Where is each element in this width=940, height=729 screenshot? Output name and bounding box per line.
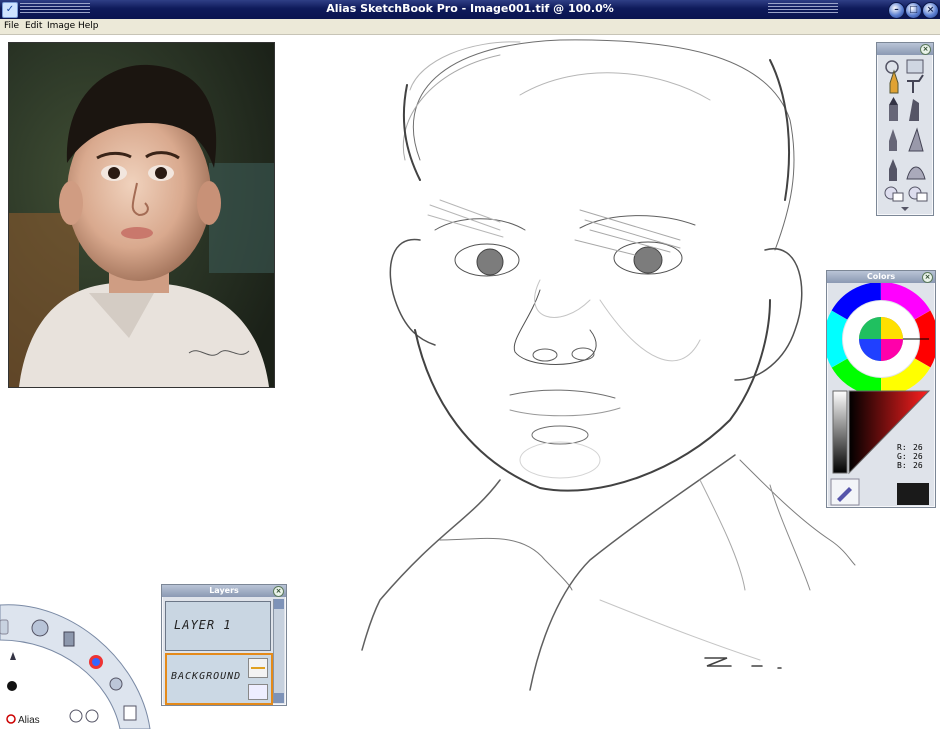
layer-opacity-icon[interactable] bbox=[248, 658, 268, 678]
colors-panel-title: Colors bbox=[866, 272, 896, 281]
close-button[interactable]: × bbox=[922, 2, 939, 19]
reference-image bbox=[8, 42, 275, 388]
pen-icon[interactable] bbox=[909, 99, 919, 121]
menu-help[interactable]: Help bbox=[78, 21, 99, 31]
pencil-icon[interactable] bbox=[889, 69, 899, 94]
colors-close-icon[interactable]: × bbox=[922, 272, 933, 283]
minimize-button[interactable]: – bbox=[888, 2, 905, 19]
layers-close-icon[interactable]: × bbox=[273, 586, 284, 597]
rgb-r-value: 26 bbox=[913, 443, 923, 452]
layers-panel-titlebar[interactable]: Layers × bbox=[162, 585, 286, 597]
smudge-icon[interactable] bbox=[908, 127, 924, 152]
rgb-g-value: 26 bbox=[913, 452, 923, 461]
colors-panel: Colors × R: 26 G: 26 B: 26 bbox=[826, 270, 936, 508]
eraser-icon[interactable] bbox=[884, 186, 904, 202]
brush-size-icon[interactable] bbox=[885, 60, 899, 74]
layer-item[interactable]: LAYER 1 bbox=[165, 601, 271, 651]
colors-panel-titlebar[interactable]: Colors × bbox=[827, 271, 935, 283]
blender-icon[interactable] bbox=[906, 166, 926, 180]
layer-label: BACKGROUND bbox=[171, 671, 242, 682]
marker-icon[interactable] bbox=[889, 97, 898, 121]
brush-properties-icon[interactable] bbox=[906, 59, 924, 74]
transform-icon[interactable] bbox=[31, 619, 49, 637]
menu-bar: File Edit Image Help bbox=[0, 19, 940, 35]
portrait-painting bbox=[9, 43, 274, 387]
layers-panel-title: Layers bbox=[209, 586, 239, 595]
expand-arrow-icon[interactable] bbox=[901, 207, 909, 211]
layer-label: LAYER 1 bbox=[174, 618, 232, 632]
tools-close-icon[interactable]: × bbox=[920, 44, 931, 55]
grayscale-strip[interactable] bbox=[832, 390, 848, 474]
rgb-r-label: R: bbox=[897, 443, 907, 452]
layer-menu-icon[interactable] bbox=[248, 684, 268, 700]
paintbrush-icon[interactable] bbox=[889, 129, 897, 151]
scroll-up-icon[interactable] bbox=[274, 599, 284, 609]
layer-item-selected[interactable]: BACKGROUND bbox=[165, 653, 273, 705]
brush-dot-icon[interactable] bbox=[7, 681, 17, 691]
person-icon[interactable] bbox=[109, 677, 123, 691]
window-title: Alias SketchBook Pro - Image001.tif @ 10… bbox=[326, 2, 614, 15]
menu-image[interactable]: Image bbox=[47, 21, 75, 31]
airbrush-icon[interactable] bbox=[907, 74, 924, 93]
current-color-swatch[interactable] bbox=[897, 483, 929, 505]
menu-edit[interactable]: Edit bbox=[25, 21, 42, 31]
rgb-g-label: G: bbox=[897, 452, 907, 461]
layers-scrollbar[interactable] bbox=[273, 599, 284, 703]
title-bar: ✓ Alias SketchBook Pro - Image001.tif @ … bbox=[0, 0, 940, 20]
tools-panel-titlebar[interactable]: × bbox=[877, 43, 933, 55]
ink-brush-icon[interactable] bbox=[889, 159, 897, 181]
rgb-b-value: 26 bbox=[913, 461, 923, 470]
page-icon[interactable] bbox=[123, 705, 137, 721]
eraser-large-icon[interactable] bbox=[908, 186, 928, 202]
scroll-down-icon[interactable] bbox=[274, 693, 284, 703]
color-wheel-icon[interactable] bbox=[89, 655, 103, 669]
rgb-b-label: B: bbox=[897, 461, 907, 470]
menu-file[interactable]: File bbox=[4, 21, 19, 31]
maximize-button[interactable]: □ bbox=[905, 2, 922, 19]
brush-tools-icon[interactable] bbox=[63, 631, 75, 647]
layers-panel: Layers × LAYER 1 BACKGROUND bbox=[161, 584, 287, 706]
color-wheel-icon[interactable] bbox=[827, 283, 935, 405]
tools-panel: × bbox=[876, 42, 934, 216]
